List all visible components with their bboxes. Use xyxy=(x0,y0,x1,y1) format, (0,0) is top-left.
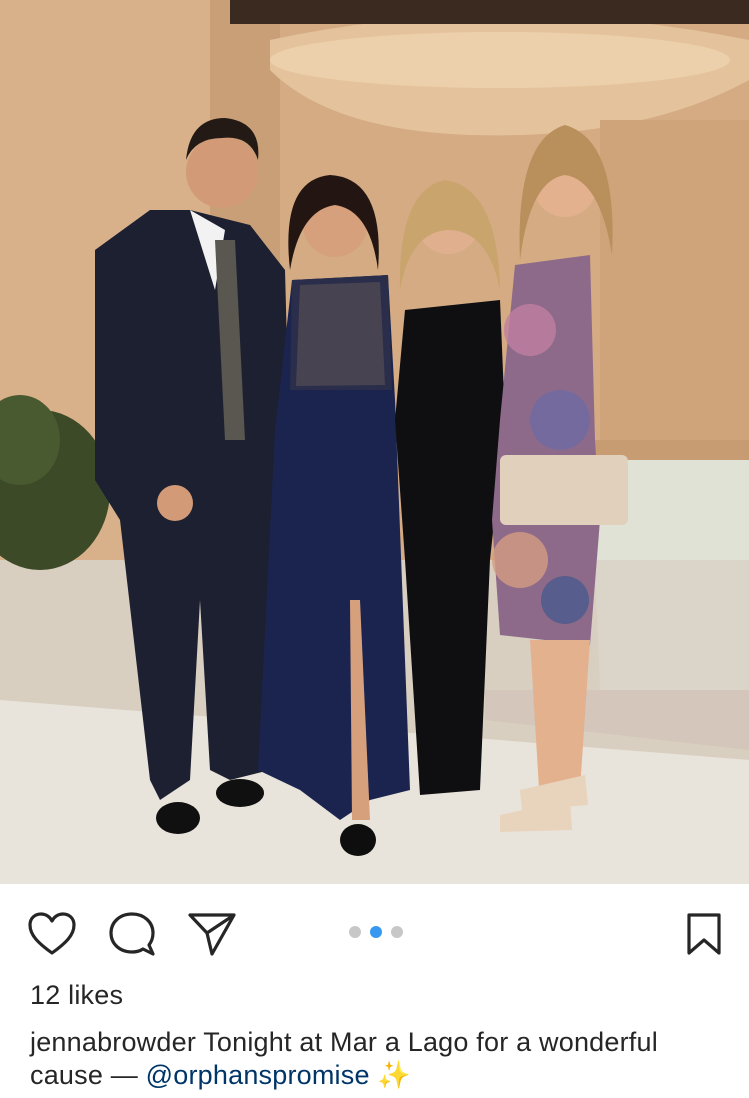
heart-icon xyxy=(28,912,76,955)
carousel-dot-active xyxy=(370,926,382,938)
instagram-post: 12 likes jennabrowder Tonight at Mar a L… xyxy=(0,0,749,1098)
caption-username[interactable]: jennabrowder xyxy=(30,1027,196,1057)
caption-mention-link[interactable]: @orphanspromise xyxy=(146,1060,370,1090)
post-photo[interactable] xyxy=(0,0,749,884)
photo-illustration xyxy=(0,0,749,884)
likes-count[interactable]: 12 likes xyxy=(30,980,123,1011)
comment-button[interactable] xyxy=(106,908,158,960)
save-button[interactable] xyxy=(678,908,730,960)
paper-plane-icon xyxy=(188,913,236,956)
bookmark-icon xyxy=(687,913,721,955)
carousel-dot xyxy=(349,926,361,938)
like-button[interactable] xyxy=(26,908,78,960)
carousel-dot xyxy=(391,926,403,938)
post-action-bar xyxy=(0,884,749,980)
sparkles-emoji: ✨ xyxy=(369,1060,412,1090)
post-caption: jennabrowder Tonight at Mar a Lago for a… xyxy=(30,1026,730,1092)
share-button[interactable] xyxy=(186,908,238,960)
comment-bubble-icon xyxy=(109,912,155,956)
carousel-indicator xyxy=(349,926,403,938)
